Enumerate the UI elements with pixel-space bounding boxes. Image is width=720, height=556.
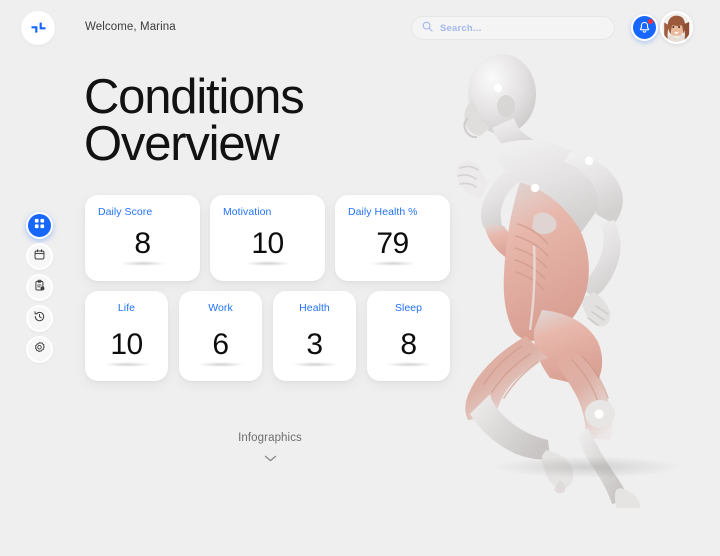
sidebar-item-settings[interactable]: [26, 336, 53, 363]
metric-label: Work: [208, 302, 233, 314]
metric-value: 79: [376, 227, 409, 260]
metric-value: 8: [134, 227, 151, 260]
notifications-button[interactable]: [631, 14, 658, 41]
value-shadow: [291, 362, 338, 367]
top-bar: Welcome, Marina: [0, 0, 720, 56]
metric-label: Motivation: [223, 206, 272, 218]
metric-label: Health: [299, 302, 330, 314]
metric-card-work[interactable]: Work 6: [179, 291, 262, 381]
search-icon: [422, 19, 433, 37]
sidebar-item-dashboard[interactable]: [26, 212, 53, 239]
metric-label: Daily Score: [98, 206, 153, 218]
welcome-message: Welcome, Marina: [85, 21, 176, 33]
metric-label: Sleep: [394, 302, 423, 314]
infographics-toggle[interactable]: Infographics: [0, 432, 540, 467]
sidebar-item-calendar[interactable]: [26, 243, 53, 270]
value-shadow: [385, 362, 432, 367]
page-title: Conditions Overview: [84, 70, 305, 172]
value-shadow: [244, 261, 291, 266]
value-shadow: [369, 261, 416, 266]
clipboard-icon: [33, 279, 46, 297]
value-shadow: [103, 362, 150, 367]
gear-icon: [33, 341, 46, 359]
grid-icon: [33, 217, 46, 235]
metric-card-life[interactable]: Life 10: [85, 291, 168, 381]
metric-cards-secondary: Life 10 Work 6 Health 3 Sleep 8: [85, 291, 450, 381]
value-shadow: [197, 362, 244, 367]
torso-marker: [530, 183, 540, 193]
knee-marker: [594, 409, 604, 419]
elbow-marker: [584, 156, 594, 166]
infographics-label: Infographics: [238, 432, 302, 444]
calendar-icon: [33, 248, 46, 266]
head-marker: [493, 83, 503, 93]
sidebar-item-reports[interactable]: [26, 274, 53, 301]
metric-card-daily-health[interactable]: Daily Health % 79: [335, 195, 450, 281]
sidebar: [26, 212, 53, 367]
metric-cards-primary: Daily Score 8 Motivation 10 Daily Health…: [85, 195, 450, 281]
metric-label: Daily Health %: [348, 206, 418, 218]
metric-value: 8: [400, 328, 417, 361]
metric-value: 10: [251, 227, 284, 260]
metric-value: 10: [110, 328, 143, 361]
metric-value: 6: [212, 328, 229, 361]
metric-card-daily-score[interactable]: Daily Score 8: [85, 195, 200, 281]
brand-logo-icon[interactable]: [21, 11, 55, 45]
metric-card-health[interactable]: Health 3: [273, 291, 356, 381]
avatar[interactable]: [660, 11, 693, 44]
metric-card-sleep[interactable]: Sleep 8: [367, 291, 450, 381]
metric-label: Life: [117, 302, 136, 314]
history-icon: [33, 310, 46, 328]
notification-badge: [648, 19, 653, 24]
chevron-down-icon[interactable]: [264, 449, 277, 467]
search-input[interactable]: [440, 22, 600, 34]
metric-value: 3: [306, 328, 323, 361]
search-box[interactable]: [411, 16, 615, 40]
metric-card-motivation[interactable]: Motivation 10: [210, 195, 325, 281]
sidebar-item-history[interactable]: [26, 305, 53, 332]
value-shadow: [119, 261, 166, 266]
